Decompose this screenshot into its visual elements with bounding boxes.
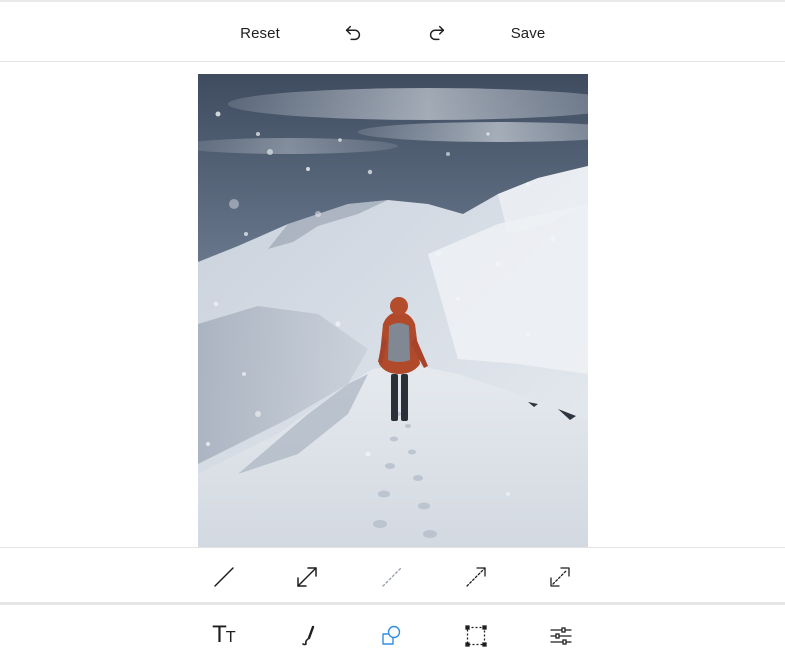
undo-button[interactable] (339, 2, 367, 64)
text-tool-button[interactable]: TT (204, 616, 244, 656)
save-button[interactable]: Save (504, 2, 552, 64)
undo-icon (345, 25, 361, 41)
text-tool-glyph-small: T (226, 628, 236, 646)
editor-canvas (0, 62, 785, 547)
line-option[interactable] (204, 557, 244, 597)
draw-brush-icon (302, 625, 315, 646)
line-icon (214, 567, 234, 587)
dashed-line-icon (382, 567, 402, 587)
snowy-mountain-hiker-photo[interactable] (198, 74, 588, 547)
shape-options-bar (0, 547, 785, 605)
double-arrow-option[interactable] (287, 557, 327, 597)
text-tool-glyph-large: T (212, 623, 227, 648)
editor-tools-bar: TT (0, 608, 785, 665)
dashed-line-option[interactable] (372, 557, 412, 597)
crop-tool-button[interactable] (456, 616, 496, 656)
redo-icon (429, 25, 445, 41)
redo-button[interactable] (423, 2, 451, 64)
arrow-icon (466, 567, 486, 587)
dashed-double-arrow-icon (550, 567, 570, 587)
shapes-icon (382, 625, 401, 645)
draw-tool-button[interactable] (289, 616, 329, 656)
dashed-double-arrow-option[interactable] (540, 557, 580, 597)
top-toolbar: Reset Save (0, 0, 785, 62)
adjust-tool-button[interactable] (541, 616, 581, 656)
arrow-option[interactable] (456, 557, 496, 597)
adjust-sliders-icon (550, 627, 572, 645)
crop-frame-icon (465, 625, 487, 647)
reset-button[interactable]: Reset (232, 2, 288, 64)
text-tool-icon: TT (213, 625, 236, 647)
double-arrow-icon (297, 567, 317, 587)
shapes-tool-button[interactable] (371, 616, 411, 656)
